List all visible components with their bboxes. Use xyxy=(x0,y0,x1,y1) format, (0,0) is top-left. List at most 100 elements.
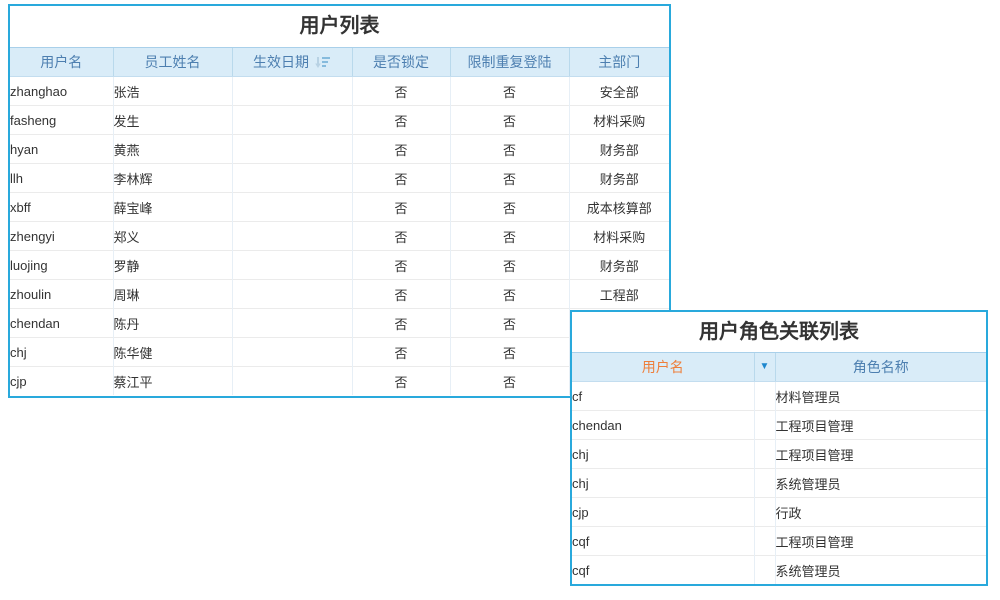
table-row[interactable]: cf 材料管理员 xyxy=(572,382,986,411)
cell-effective-date xyxy=(232,280,352,309)
blank-date-value xyxy=(255,138,325,160)
blank-date-value xyxy=(255,167,325,189)
cell-username: hyan xyxy=(10,135,113,164)
cell-department: 财务部 xyxy=(569,135,669,164)
cell-department: 财务部 xyxy=(569,251,669,280)
user-role-table: 用户名 ▼ 角色名称 cf 材料管理员 chendan 工程项目管理 chj xyxy=(572,352,986,584)
cell-username: fasheng xyxy=(10,106,113,135)
col-header-restrict-relogin[interactable]: 限制重复登陆 xyxy=(450,48,569,77)
cell-locked: 否 xyxy=(352,309,450,338)
user-role-relation-panel: 用户角色关联列表 用户名 ▼ 角色名称 cf 材料管理员 chendan xyxy=(570,310,988,586)
sort-descending-icon xyxy=(314,56,331,69)
cell-employee-name: 郑义 xyxy=(113,222,232,251)
cell-restrict-relogin: 否 xyxy=(450,280,569,309)
col-header-role-username[interactable]: 用户名 xyxy=(572,353,754,382)
cell-employee-name: 罗静 xyxy=(113,251,232,280)
table-row[interactable]: luojing 罗静 否 否 财务部 xyxy=(10,251,669,280)
cell-locked: 否 xyxy=(352,135,450,164)
cell-employee-name: 蔡江平 xyxy=(113,367,232,396)
cell-role-username: cjp xyxy=(572,498,754,527)
cell-filter-spacer xyxy=(754,382,775,411)
user-list-title: 用户列表 xyxy=(10,6,669,47)
table-row[interactable]: hyan 黄燕 否 否 财务部 xyxy=(10,135,669,164)
cell-employee-name: 周琳 xyxy=(113,280,232,309)
table-row[interactable]: chj 系统管理员 xyxy=(572,469,986,498)
cell-role-name: 工程项目管理 xyxy=(775,527,986,556)
cell-restrict-relogin: 否 xyxy=(450,367,569,396)
user-table-header-row: 用户名 员工姓名 生效日期 是否锁定 限制重复 xyxy=(10,48,669,77)
col-header-username[interactable]: 用户名 xyxy=(10,48,113,77)
cell-locked: 否 xyxy=(352,222,450,251)
col-header-department[interactable]: 主部门 xyxy=(569,48,669,77)
cell-role-username: cqf xyxy=(572,556,754,585)
cell-username: zhengyi xyxy=(10,222,113,251)
table-row[interactable]: cjp 行政 xyxy=(572,498,986,527)
table-row[interactable]: llh 李林辉 否 否 财务部 xyxy=(10,164,669,193)
table-row[interactable]: fasheng 发生 否 否 材料采购 xyxy=(10,106,669,135)
cell-employee-name: 陈丹 xyxy=(113,309,232,338)
cell-effective-date xyxy=(232,222,352,251)
col-header-employee-name[interactable]: 员工姓名 xyxy=(113,48,232,77)
cell-username: zhanghao xyxy=(10,77,113,106)
cell-effective-date xyxy=(232,193,352,222)
cell-restrict-relogin: 否 xyxy=(450,251,569,280)
table-row[interactable]: zhengyi 郑义 否 否 材料采购 xyxy=(10,222,669,251)
table-row[interactable]: zhoulin 周琳 否 否 工程部 xyxy=(10,280,669,309)
table-row[interactable]: zhanghao 张浩 否 否 安全部 xyxy=(10,77,669,106)
col-header-role-name[interactable]: 角色名称 xyxy=(775,353,986,382)
cell-filter-spacer xyxy=(754,556,775,585)
cell-locked: 否 xyxy=(352,280,450,309)
blank-date-value xyxy=(255,196,325,218)
cell-effective-date xyxy=(232,338,352,367)
cell-filter-spacer xyxy=(754,440,775,469)
col-header-locked[interactable]: 是否锁定 xyxy=(352,48,450,77)
table-row[interactable]: chendan 工程项目管理 xyxy=(572,411,986,440)
blank-date-value xyxy=(255,283,325,305)
cell-username: xbff xyxy=(10,193,113,222)
cell-restrict-relogin: 否 xyxy=(450,106,569,135)
cell-employee-name: 张浩 xyxy=(113,77,232,106)
cell-department: 材料采购 xyxy=(569,106,669,135)
cell-locked: 否 xyxy=(352,251,450,280)
col-header-effective-date-label: 生效日期 xyxy=(253,52,309,72)
cell-department: 财务部 xyxy=(569,164,669,193)
cell-locked: 否 xyxy=(352,106,450,135)
cell-restrict-relogin: 否 xyxy=(450,77,569,106)
cell-effective-date xyxy=(232,106,352,135)
cell-department: 工程部 xyxy=(569,280,669,309)
cell-role-username: chj xyxy=(572,469,754,498)
table-row[interactable]: cqf 工程项目管理 xyxy=(572,527,986,556)
cell-locked: 否 xyxy=(352,77,450,106)
cell-role-name: 系统管理员 xyxy=(775,469,986,498)
cell-effective-date xyxy=(232,135,352,164)
cell-role-username: cqf xyxy=(572,527,754,556)
blank-date-value xyxy=(255,225,325,247)
cell-username: cjp xyxy=(10,367,113,396)
cell-locked: 否 xyxy=(352,338,450,367)
cell-department: 安全部 xyxy=(569,77,669,106)
blank-date-value xyxy=(255,341,325,363)
cell-username: zhoulin xyxy=(10,280,113,309)
cell-restrict-relogin: 否 xyxy=(450,309,569,338)
col-header-filter-cell[interactable]: ▼ xyxy=(754,353,775,382)
cell-role-username: chj xyxy=(572,440,754,469)
col-header-effective-date[interactable]: 生效日期 xyxy=(232,48,352,77)
cell-role-name: 行政 xyxy=(775,498,986,527)
user-role-header-row: 用户名 ▼ 角色名称 xyxy=(572,353,986,382)
table-row[interactable]: chj 工程项目管理 xyxy=(572,440,986,469)
cell-effective-date xyxy=(232,367,352,396)
cell-username: chj xyxy=(10,338,113,367)
blank-date-value xyxy=(255,109,325,131)
table-row[interactable]: cqf 系统管理员 xyxy=(572,556,986,585)
cell-role-name: 系统管理员 xyxy=(775,556,986,585)
cell-employee-name: 发生 xyxy=(113,106,232,135)
cell-effective-date xyxy=(232,309,352,338)
cell-filter-spacer xyxy=(754,498,775,527)
cell-restrict-relogin: 否 xyxy=(450,193,569,222)
user-role-relation-title: 用户角色关联列表 xyxy=(572,312,986,352)
table-row[interactable]: xbff 薛宝峰 否 否 成本核算部 xyxy=(10,193,669,222)
cell-restrict-relogin: 否 xyxy=(450,222,569,251)
filter-dropdown-icon[interactable]: ▼ xyxy=(755,353,775,381)
cell-username: luojing xyxy=(10,251,113,280)
cell-employee-name: 薛宝峰 xyxy=(113,193,232,222)
